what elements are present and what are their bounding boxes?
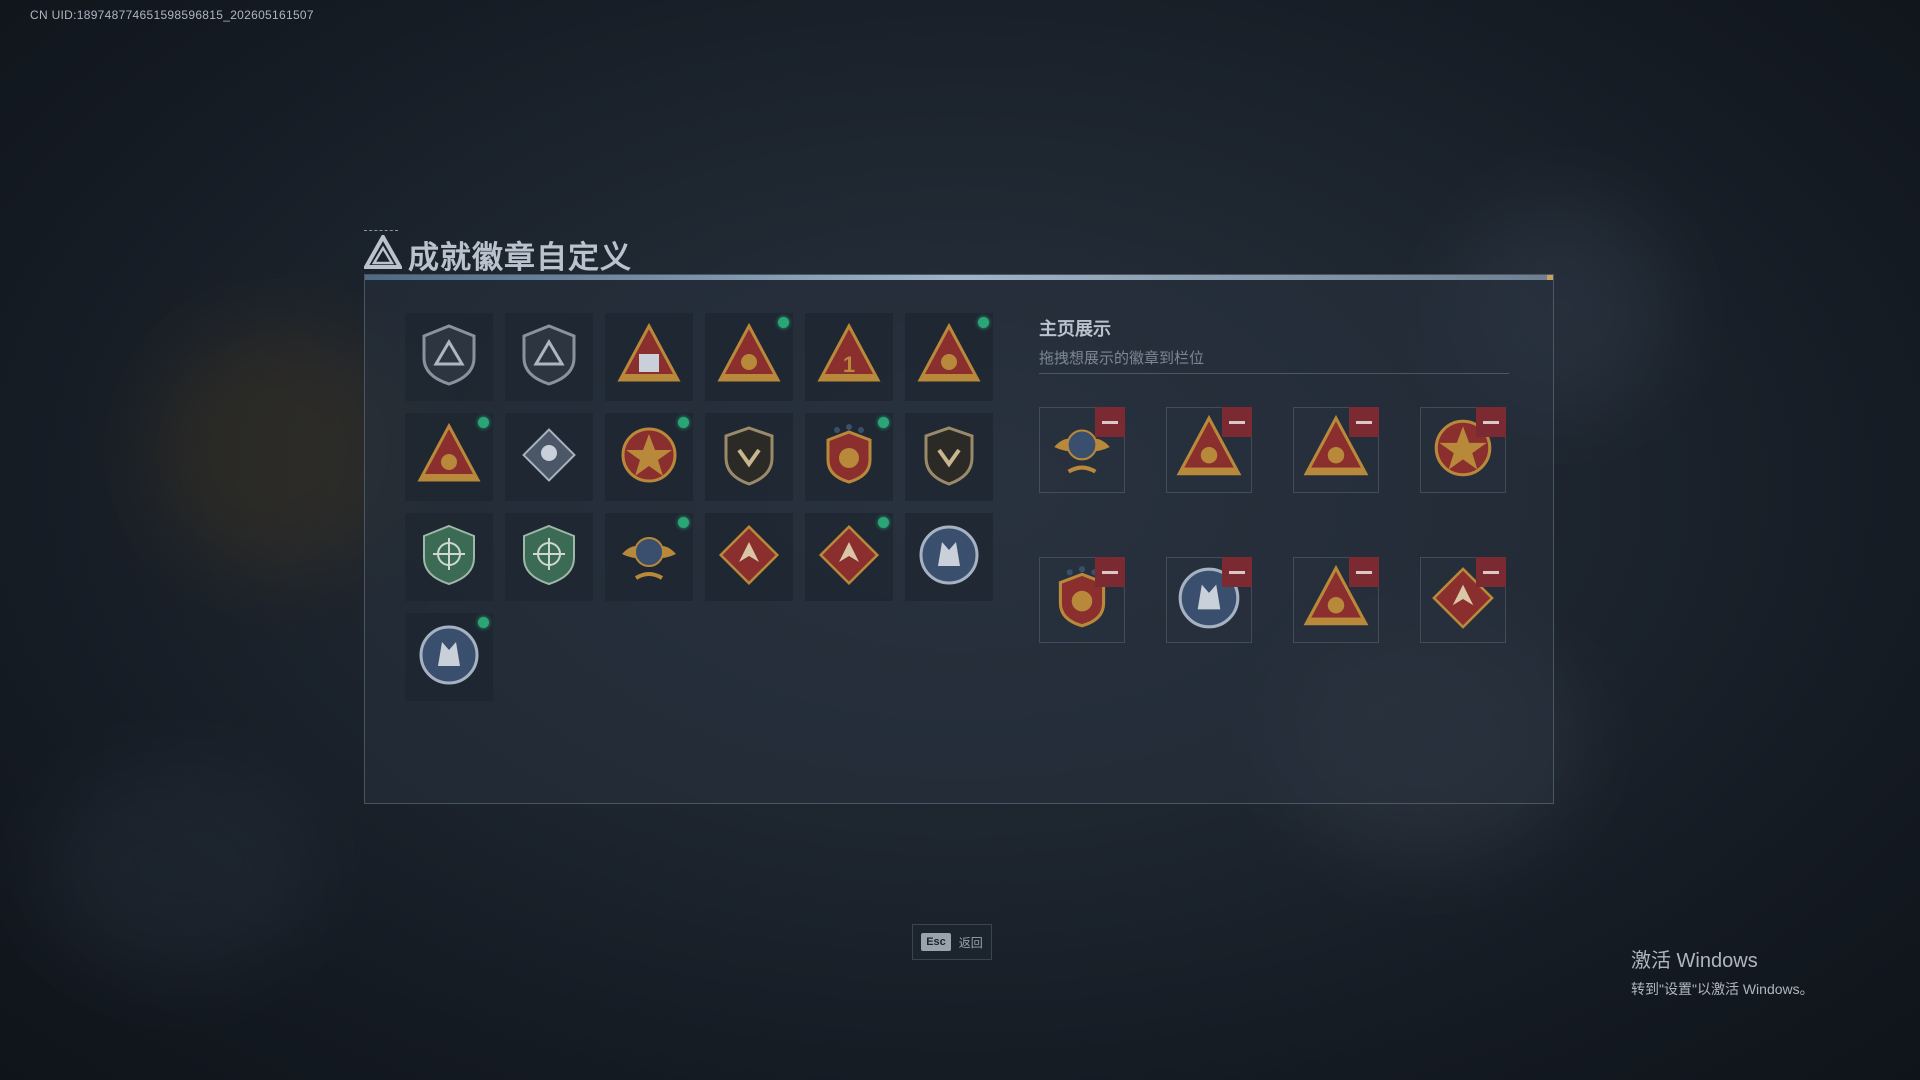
page-header: 成就徽章自定义 (362, 232, 632, 277)
badge-cell[interactable] (405, 513, 493, 601)
new-indicator-dot (478, 417, 489, 428)
watermark-subtitle: 转到"设置"以激活 Windows。 (1631, 981, 1814, 997)
panel-top-bar (365, 275, 1553, 280)
windows-activation-watermark: 激活 Windows 转到"设置"以激活 Windows。 (1631, 944, 1814, 999)
new-indicator-dot (678, 517, 689, 528)
minus-icon (1483, 420, 1499, 424)
badge-customize-panel: 1 主页展示 拖拽想展示的徽章到栏位 (364, 274, 1554, 804)
new-indicator-dot (978, 317, 989, 328)
wolf-round-2-badge-icon (414, 620, 484, 695)
remove-badge-button[interactable] (1095, 407, 1125, 437)
shield-arrow-badge-icon (714, 420, 784, 495)
badge-cell[interactable] (905, 513, 993, 601)
green-crosshair-shield-badge-icon (414, 520, 484, 595)
showcase-slot[interactable] (1166, 557, 1252, 643)
svg-text:1: 1 (843, 352, 855, 377)
badge-cell[interactable] (705, 513, 793, 601)
back-label: 返回 (958, 935, 983, 950)
badge-cell[interactable] (505, 413, 593, 501)
showcase-slot[interactable] (1420, 407, 1506, 493)
remove-badge-button[interactable] (1349, 557, 1379, 587)
new-indicator-dot (678, 417, 689, 428)
back-button[interactable]: Esc 返回 (912, 924, 992, 960)
soldier-triangle-badge-icon (914, 320, 984, 395)
new-indicator-dot (778, 317, 789, 328)
badge-cell[interactable] (805, 513, 893, 601)
dragon-diamond-badge-icon (714, 520, 784, 595)
remove-badge-button[interactable] (1476, 407, 1506, 437)
boat-triangle-badge-icon (714, 320, 784, 395)
badge-cell[interactable] (605, 313, 693, 401)
badge-cell[interactable] (705, 313, 793, 401)
showcase-slot[interactable] (1293, 407, 1379, 493)
minus-icon (1356, 420, 1372, 424)
showcase-slot[interactable] (1420, 557, 1506, 643)
dragon-diamond-2-badge-icon (814, 520, 884, 595)
minus-icon (1229, 570, 1245, 574)
remove-badge-button[interactable] (1349, 407, 1379, 437)
showcase-subtitle: 拖拽想展示的徽章到栏位 (1039, 350, 1205, 367)
minus-icon (1229, 420, 1245, 424)
green-crosshair-shield-2-badge-icon (514, 520, 584, 595)
showcase-slot[interactable] (1039, 407, 1125, 493)
minus-icon (1102, 570, 1118, 574)
lion-shield-badge-icon (914, 420, 984, 495)
badge-cell[interactable]: 1 (805, 313, 893, 401)
helicopter-shield-badge-icon (514, 320, 584, 395)
showcase-title: 主页展示 (1039, 319, 1111, 339)
stars-crest-badge-icon (814, 420, 884, 495)
star-emblem-badge-icon (614, 420, 684, 495)
minus-icon (1483, 570, 1499, 574)
shield-triangle-badge-icon (414, 320, 484, 395)
homepage-showcase: 主页展示 拖拽想展示的徽章到栏位 (1039, 315, 1509, 643)
badge-cell[interactable] (905, 313, 993, 401)
watermark-title: 激活 Windows (1631, 950, 1758, 972)
esc-key-icon: Esc (921, 933, 951, 951)
badge-cell[interactable] (505, 513, 593, 601)
showcase-slot[interactable] (1293, 557, 1379, 643)
remove-badge-button[interactable] (1476, 557, 1506, 587)
badge-cell[interactable] (405, 313, 493, 401)
wings-target-badge-icon (614, 520, 684, 595)
minus-icon (1102, 420, 1118, 424)
new-indicator-dot (878, 417, 889, 428)
minus-icon (1356, 570, 1372, 574)
showcase-slot[interactable] (1166, 407, 1252, 493)
showcase-divider (1039, 373, 1509, 374)
remove-badge-button[interactable] (1222, 557, 1252, 587)
badge-cell[interactable] (705, 413, 793, 501)
new-indicator-dot (478, 617, 489, 628)
badge-cell[interactable] (605, 413, 693, 501)
diamond-armor-badge-icon (514, 420, 584, 495)
number-58-triangle-badge-icon (614, 320, 684, 395)
badge-cell[interactable] (405, 413, 493, 501)
number-1-triangle-badge-icon: 1 (814, 320, 884, 395)
badge-cell[interactable] (905, 413, 993, 501)
wolf-round-badge-icon (914, 520, 984, 595)
badge-cell[interactable] (605, 513, 693, 601)
badge-cell[interactable] (505, 313, 593, 401)
mountain-soldier-badge-icon (414, 420, 484, 495)
remove-badge-button[interactable] (1095, 557, 1125, 587)
badge-cell[interactable] (805, 413, 893, 501)
new-indicator-dot (878, 517, 889, 528)
remove-badge-button[interactable] (1222, 407, 1252, 437)
badge-cell[interactable] (405, 613, 493, 701)
showcase-slot[interactable] (1039, 557, 1125, 643)
page-title: 成就徽章自定义 (408, 240, 632, 275)
triangle-logo-icon (362, 232, 404, 274)
uid-text: CN UID:18974877465159859681​5_2026051615… (30, 8, 314, 22)
